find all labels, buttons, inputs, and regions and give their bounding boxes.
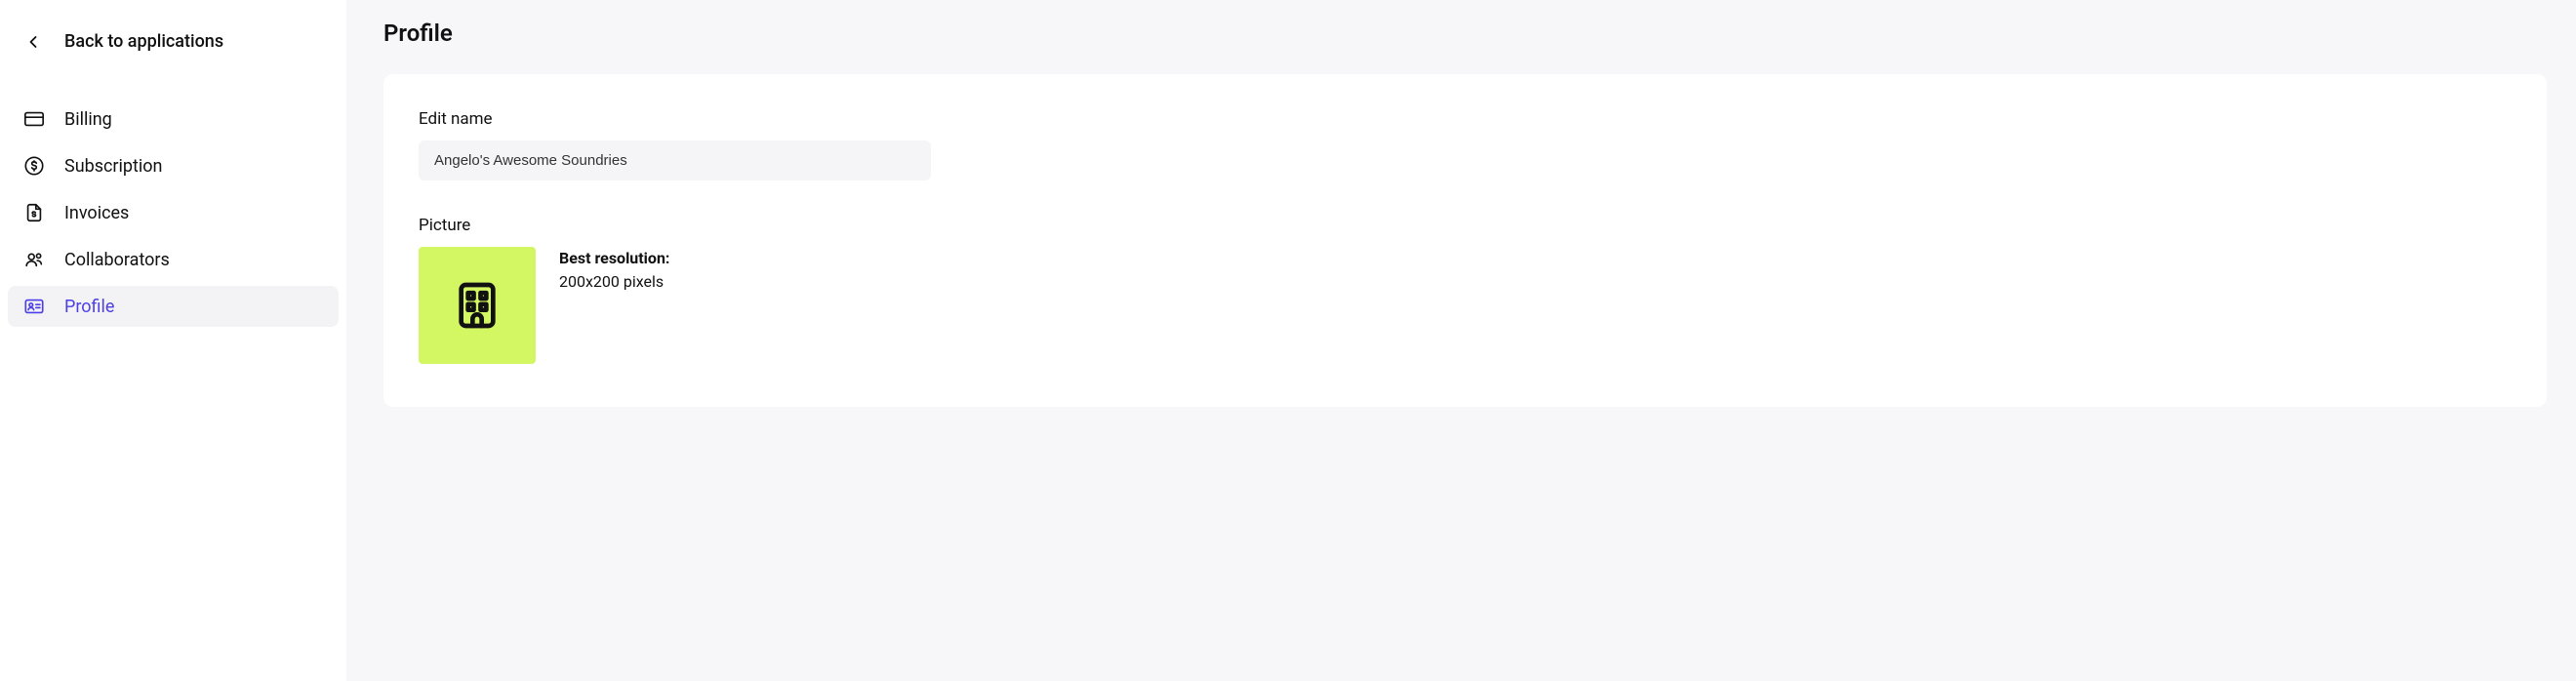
sidebar-item-billing[interactable]: Billing	[8, 99, 339, 140]
chevron-left-icon	[23, 32, 43, 52]
back-to-applications-link[interactable]: Back to applications	[8, 23, 339, 60]
picture-info: Best resolution: 200x200 pixels	[559, 247, 669, 294]
picture-thumbnail[interactable]	[419, 247, 536, 364]
picture-label: Picture	[419, 216, 2512, 235]
sidebar-item-label: Collaborators	[64, 250, 170, 270]
main-content: Profile Edit name Picture Best resolutio…	[346, 0, 2576, 681]
page-title: Profile	[383, 20, 2547, 47]
credit-card-icon	[23, 108, 45, 130]
edit-name-label: Edit name	[419, 109, 2512, 129]
dollar-circle-icon	[23, 155, 45, 177]
id-card-icon	[23, 296, 45, 317]
users-icon	[23, 249, 45, 270]
sidebar-item-label: Billing	[64, 109, 112, 130]
name-input[interactable]	[419, 140, 931, 180]
sidebar-item-label: Subscription	[64, 156, 163, 177]
back-link-label: Back to applications	[64, 31, 223, 52]
invoice-document-icon	[23, 202, 45, 223]
best-resolution-label: Best resolution:	[559, 247, 669, 270]
sidebar-item-label: Profile	[64, 297, 114, 317]
picture-row: Best resolution: 200x200 pixels	[419, 247, 2512, 364]
sidebar: Back to applications Billing Subscriptio…	[0, 0, 346, 681]
sidebar-item-label: Invoices	[64, 203, 129, 223]
profile-card: Edit name Picture Best resolution: 200x2…	[383, 74, 2547, 407]
building-icon	[450, 278, 504, 333]
best-resolution-value: 200x200 pixels	[559, 270, 669, 294]
sidebar-item-invoices[interactable]: Invoices	[8, 192, 339, 233]
sidebar-item-profile[interactable]: Profile	[8, 286, 339, 327]
sidebar-item-collaborators[interactable]: Collaborators	[8, 239, 339, 280]
sidebar-item-subscription[interactable]: Subscription	[8, 145, 339, 186]
